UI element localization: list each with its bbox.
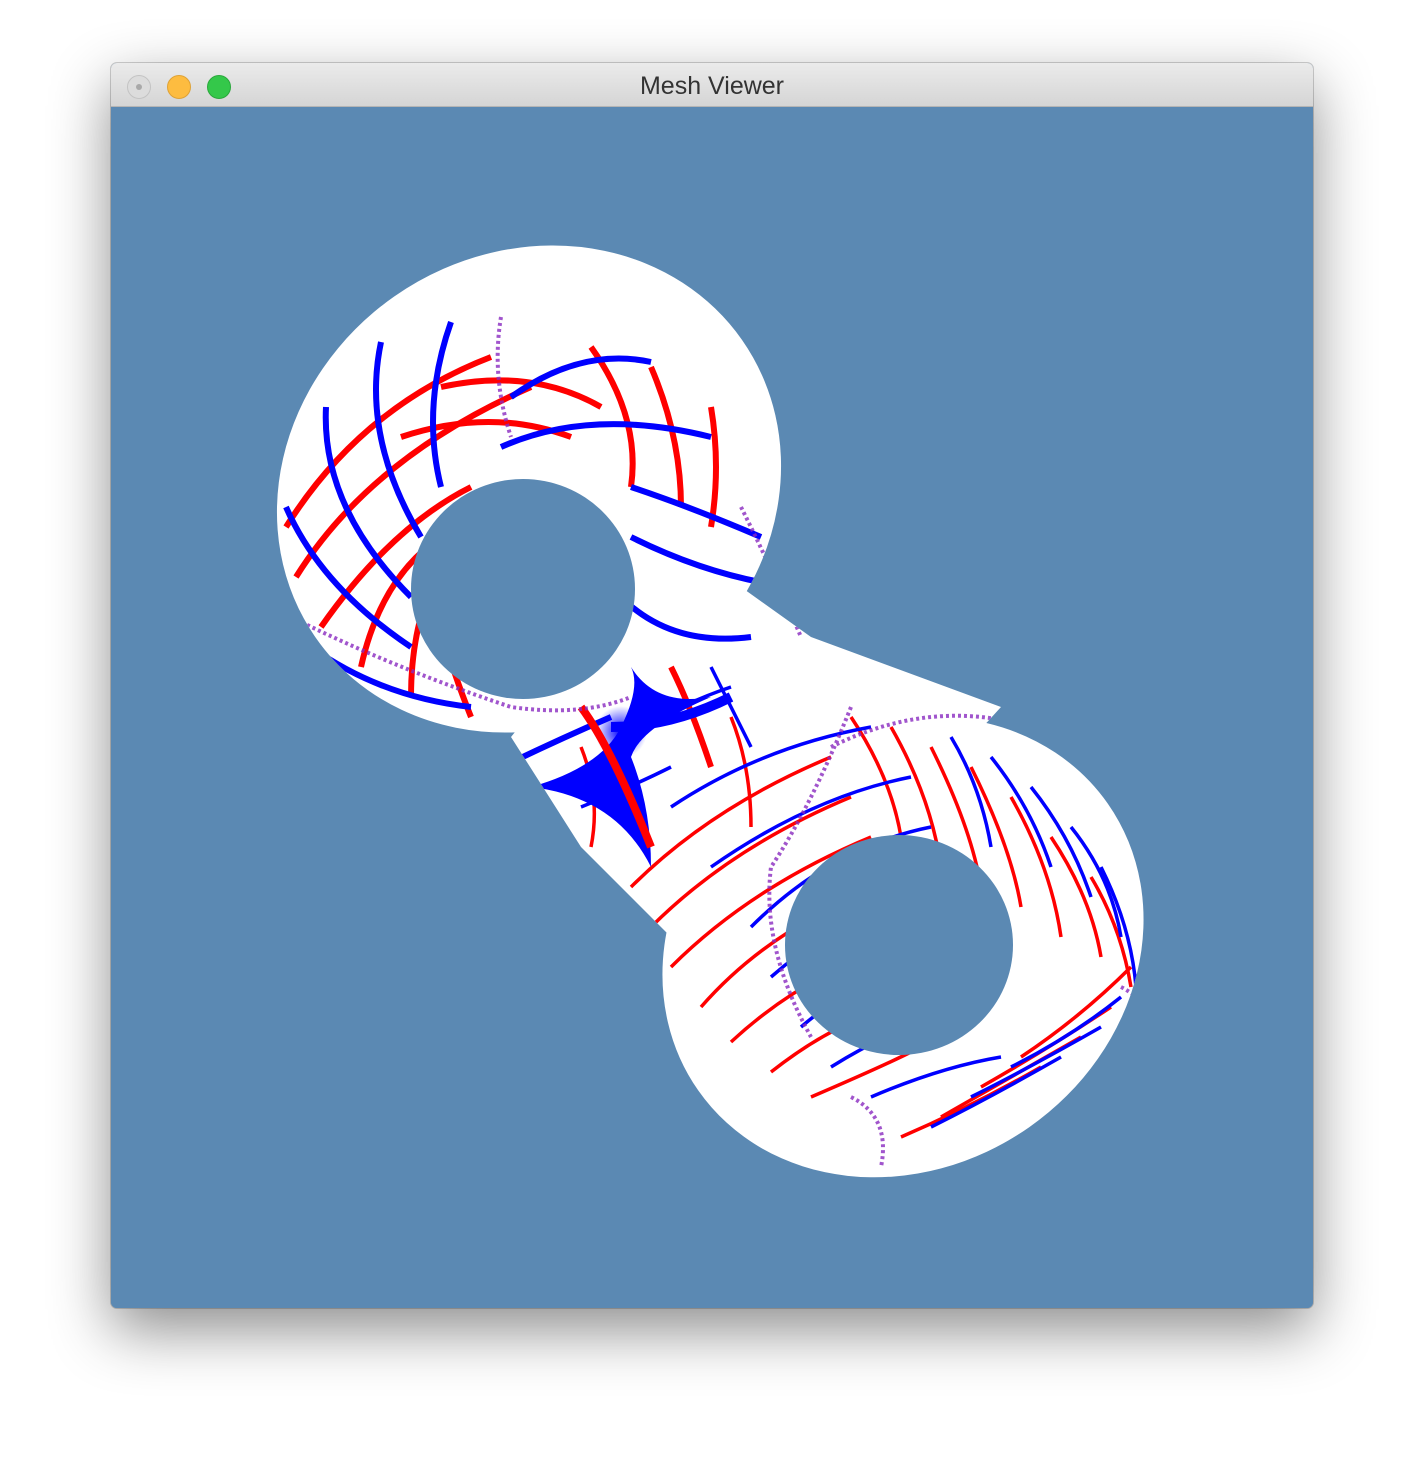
window-title: Mesh Viewer xyxy=(639,72,785,100)
title-bar[interactable]: Mesh Viewer xyxy=(111,63,1313,107)
mesh-viewer-window: Mesh Viewer xyxy=(111,63,1313,1308)
mesh-surface xyxy=(181,147,1234,1271)
mesh-render[interactable] xyxy=(111,107,1313,1308)
mesh-viewport[interactable] xyxy=(111,107,1313,1308)
